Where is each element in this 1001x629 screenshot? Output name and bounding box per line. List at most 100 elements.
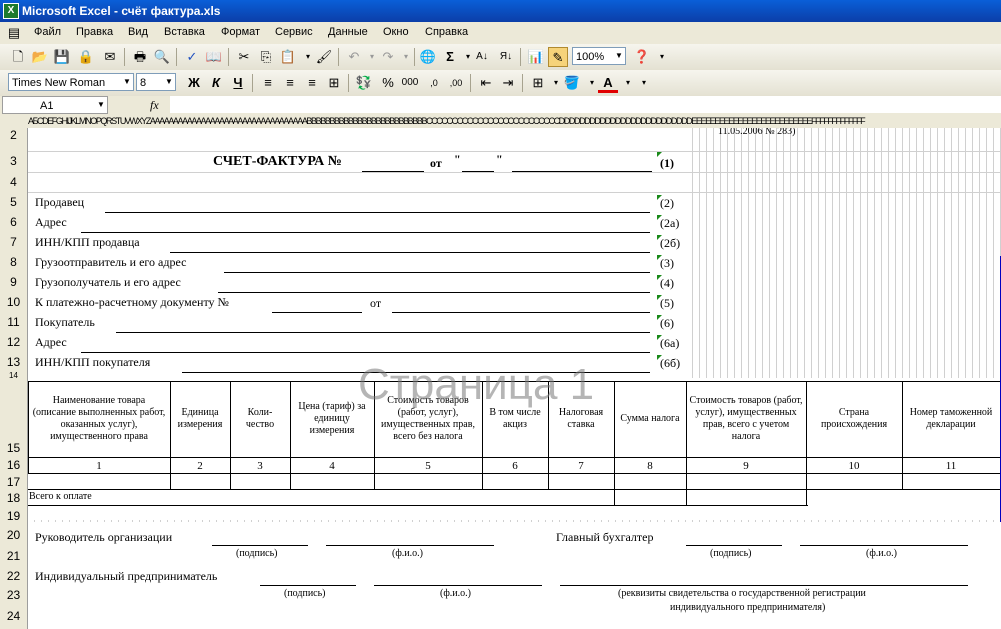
redo-icon[interactable]: ↷ [378,47,398,67]
menu-help[interactable]: Справка [425,26,468,38]
align-left-icon[interactable]: ≡ [258,73,278,93]
menu-data[interactable]: Данные [328,26,368,38]
worksheet-grid[interactable]: 11.05.2006 № 283) СЧЕТ-ФАКТУРА № от " " … [28,128,1001,629]
underline-button[interactable]: Ч [228,73,248,93]
spelling-icon[interactable]: ✓ [182,47,202,67]
field-label: Грузополучатель и его адрес [35,275,181,289]
email-icon[interactable]: ✉ [100,47,120,67]
registration-hint-2: индивидуального предпринимателя) [670,602,826,613]
col-number: 8 [647,459,653,472]
row-header[interactable]: 17 [0,475,27,489]
row-header[interactable]: 2 [0,128,27,142]
table-header: Наименование товара (описание выполненны… [32,395,166,442]
decrease-indent-icon[interactable]: ⇤ [476,73,496,93]
menu-tools[interactable]: Сервис [275,26,313,38]
print-preview-icon[interactable]: 🔍 [152,47,172,67]
field-label: Продавец [35,195,85,209]
percent-button[interactable]: % [378,73,398,93]
new-icon[interactable]: 🗋 [8,47,28,67]
comma-style-button[interactable]: 000 [400,73,420,93]
row-header[interactable]: 8 [0,255,27,269]
menu-format[interactable]: Формат [221,26,260,38]
font-size-select[interactable]: 8 ▼ [136,73,176,91]
registration-hint: (реквизиты свидетельства о государственн… [618,588,866,599]
toolbar-options-icon[interactable]: ▾ [652,47,672,67]
drawing-icon[interactable]: ✎ [548,47,568,67]
fill-color-icon[interactable]: 🪣 [562,73,582,93]
bold-button[interactable]: Ж [184,73,204,93]
decrease-decimal-icon[interactable]: ,00 [446,73,466,93]
help-icon[interactable]: ❓ [632,47,652,67]
row-header[interactable]: 16 [0,458,27,472]
col-number: 1 [96,459,102,472]
formula-input[interactable] [170,96,1001,113]
print-icon[interactable]: 🖶 [130,47,150,67]
sort-descending-icon[interactable]: Я↓ [496,47,516,67]
research-icon[interactable]: 📖 [204,47,224,67]
save-icon[interactable]: 💾 [52,47,72,67]
row-header[interactable]: 4 [0,175,27,189]
sort-ascending-icon[interactable]: A↓ [472,47,492,67]
currency-icon[interactable]: 💱 [354,73,374,93]
menu-edit[interactable]: Правка [76,26,113,38]
row-header[interactable]: 22 [0,569,27,583]
row-header[interactable]: 20 [0,528,27,542]
row-headers[interactable]: 2 3 4 5 6 7 8 9 10 11 12 13 14 15 16 17 … [0,128,28,629]
increase-indent-icon[interactable]: ⇥ [498,73,518,93]
function-icon[interactable]: fx [150,98,159,113]
document-icon[interactable]: ▤ [4,23,24,43]
row-header[interactable]: 15 [0,441,27,455]
row-header[interactable]: 13 [0,355,27,369]
row-header[interactable]: 21 [0,549,27,563]
menu-view[interactable]: Вид [128,26,148,38]
field-ref: (5) [660,296,674,310]
hyperlink-icon[interactable]: 🌐 [418,47,438,67]
autosum-icon[interactable]: Σ [440,47,460,67]
field-ref: (2а) [660,216,680,230]
italic-button[interactable]: К [206,73,226,93]
row-header[interactable]: 5 [0,195,27,209]
row-header[interactable]: 7 [0,235,27,249]
row-header[interactable]: 10 [0,295,27,309]
permission-icon[interactable]: 🔒 [76,47,96,67]
sign-hint: (подпись) [284,588,326,599]
cut-icon[interactable]: ✂ [234,47,254,67]
field-ref: (6б) [660,356,681,370]
row-header[interactable]: 23 [0,588,27,602]
increase-decimal-icon[interactable]: ,0 [424,73,444,93]
align-right-icon[interactable]: ≡ [302,73,322,93]
row-header[interactable]: 3 [0,154,27,168]
align-center-icon[interactable]: ≡ [280,73,300,93]
redo-dropdown-icon[interactable]: ▾ [396,47,416,67]
copy-icon[interactable]: ⎘ [256,47,276,67]
row-header[interactable]: 11 [0,315,27,329]
menu-window[interactable]: Окно [383,26,409,38]
font-name-select[interactable]: Times New Roman ▼ [8,73,134,91]
name-box[interactable]: A1 ▼ [2,96,108,114]
chart-wizard-icon[interactable]: 📊 [526,47,546,67]
toolbar-options-icon-2[interactable]: ▾ [634,73,654,93]
formula-bar: A1 ▼ fx [0,96,1001,115]
col-number: 3 [257,459,263,472]
row-header[interactable]: 19 [0,509,27,523]
undo-icon[interactable]: ↶ [344,47,364,67]
row-header[interactable]: 12 [0,335,27,349]
menu-insert[interactable]: Вставка [164,26,205,38]
column-header-strip[interactable]: АБСDEFGHIJKLMNOPQRSTUVWXYZAAAAAAAAAAAAAA… [0,114,1001,129]
open-icon[interactable]: 📂 [30,47,50,67]
format-painter-icon[interactable]: 🖌 [314,47,334,67]
row-header[interactable]: 6 [0,215,27,229]
menu-file[interactable]: Файл [34,26,61,38]
merge-center-icon[interactable]: ⊞ [324,73,344,93]
font-color-button[interactable]: A [598,73,618,93]
row-header[interactable]: 9 [0,275,27,289]
paste-icon[interactable]: 📋 [278,47,298,67]
row-header[interactable]: 24 [0,609,27,623]
row-header[interactable]: 18 [0,491,27,505]
row-header[interactable]: 14 [0,371,27,380]
field-ref: (2б) [660,236,681,250]
invoice-title: СЧЕТ-ФАКТУРА № [213,154,342,169]
borders-icon[interactable]: ⊞ [528,73,548,93]
chief-accountant-label: Главный бухгалтер [556,530,654,544]
zoom-select[interactable]: 100% ▼ [572,47,626,65]
